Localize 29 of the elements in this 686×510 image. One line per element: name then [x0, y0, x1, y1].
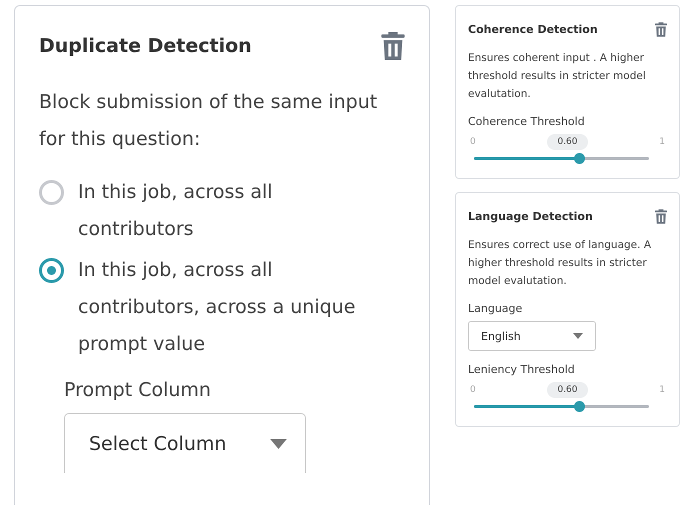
option-label: In this job, across all contributors, across a unique prompt value: [78, 258, 356, 357]
max-label: 1: [659, 137, 665, 147]
description-text: Block submission of the same input for this question:: [39, 90, 378, 152]
delete-icon[interactable]: [381, 32, 405, 60]
field-label: Prompt Column: [64, 379, 212, 401]
min-label: 0: [470, 385, 476, 395]
radio-button[interactable]: [39, 180, 64, 205]
radio-button[interactable]: [39, 258, 64, 283]
language-dropdown[interactable]: English: [468, 321, 596, 351]
min-label: 0: [470, 137, 476, 147]
caret-icon: [270, 438, 287, 448]
panel-title: Coherence Detection: [468, 23, 598, 36]
field-label: Coherence Threshold: [468, 115, 586, 128]
max-label: 1: [659, 385, 665, 395]
description-text: Ensures correct use of language. A higher threshold results in stricter model evalutation.: [468, 238, 652, 289]
delete-icon[interactable]: [655, 209, 667, 224]
field-label: Leniency Threshold: [468, 363, 576, 376]
field-label: Language: [468, 302, 524, 315]
value-badge: 0.60: [547, 134, 588, 150]
panel-title: Language Detection: [468, 210, 593, 223]
option-label: In this job, across all contributors: [78, 180, 274, 242]
slider-thumb[interactable]: [574, 153, 585, 164]
column-dropdown[interactable]: Select Column: [64, 413, 306, 473]
value-badge: 0.60: [547, 382, 588, 398]
description-text: Ensures coherent input . A higher threshold results in stricter model evalutation.: [468, 51, 647, 102]
card-title: Duplicate Detection: [39, 35, 252, 57]
delete-icon[interactable]: [655, 22, 667, 37]
caret-icon: [573, 333, 583, 339]
slider-thumb[interactable]: [574, 401, 585, 412]
